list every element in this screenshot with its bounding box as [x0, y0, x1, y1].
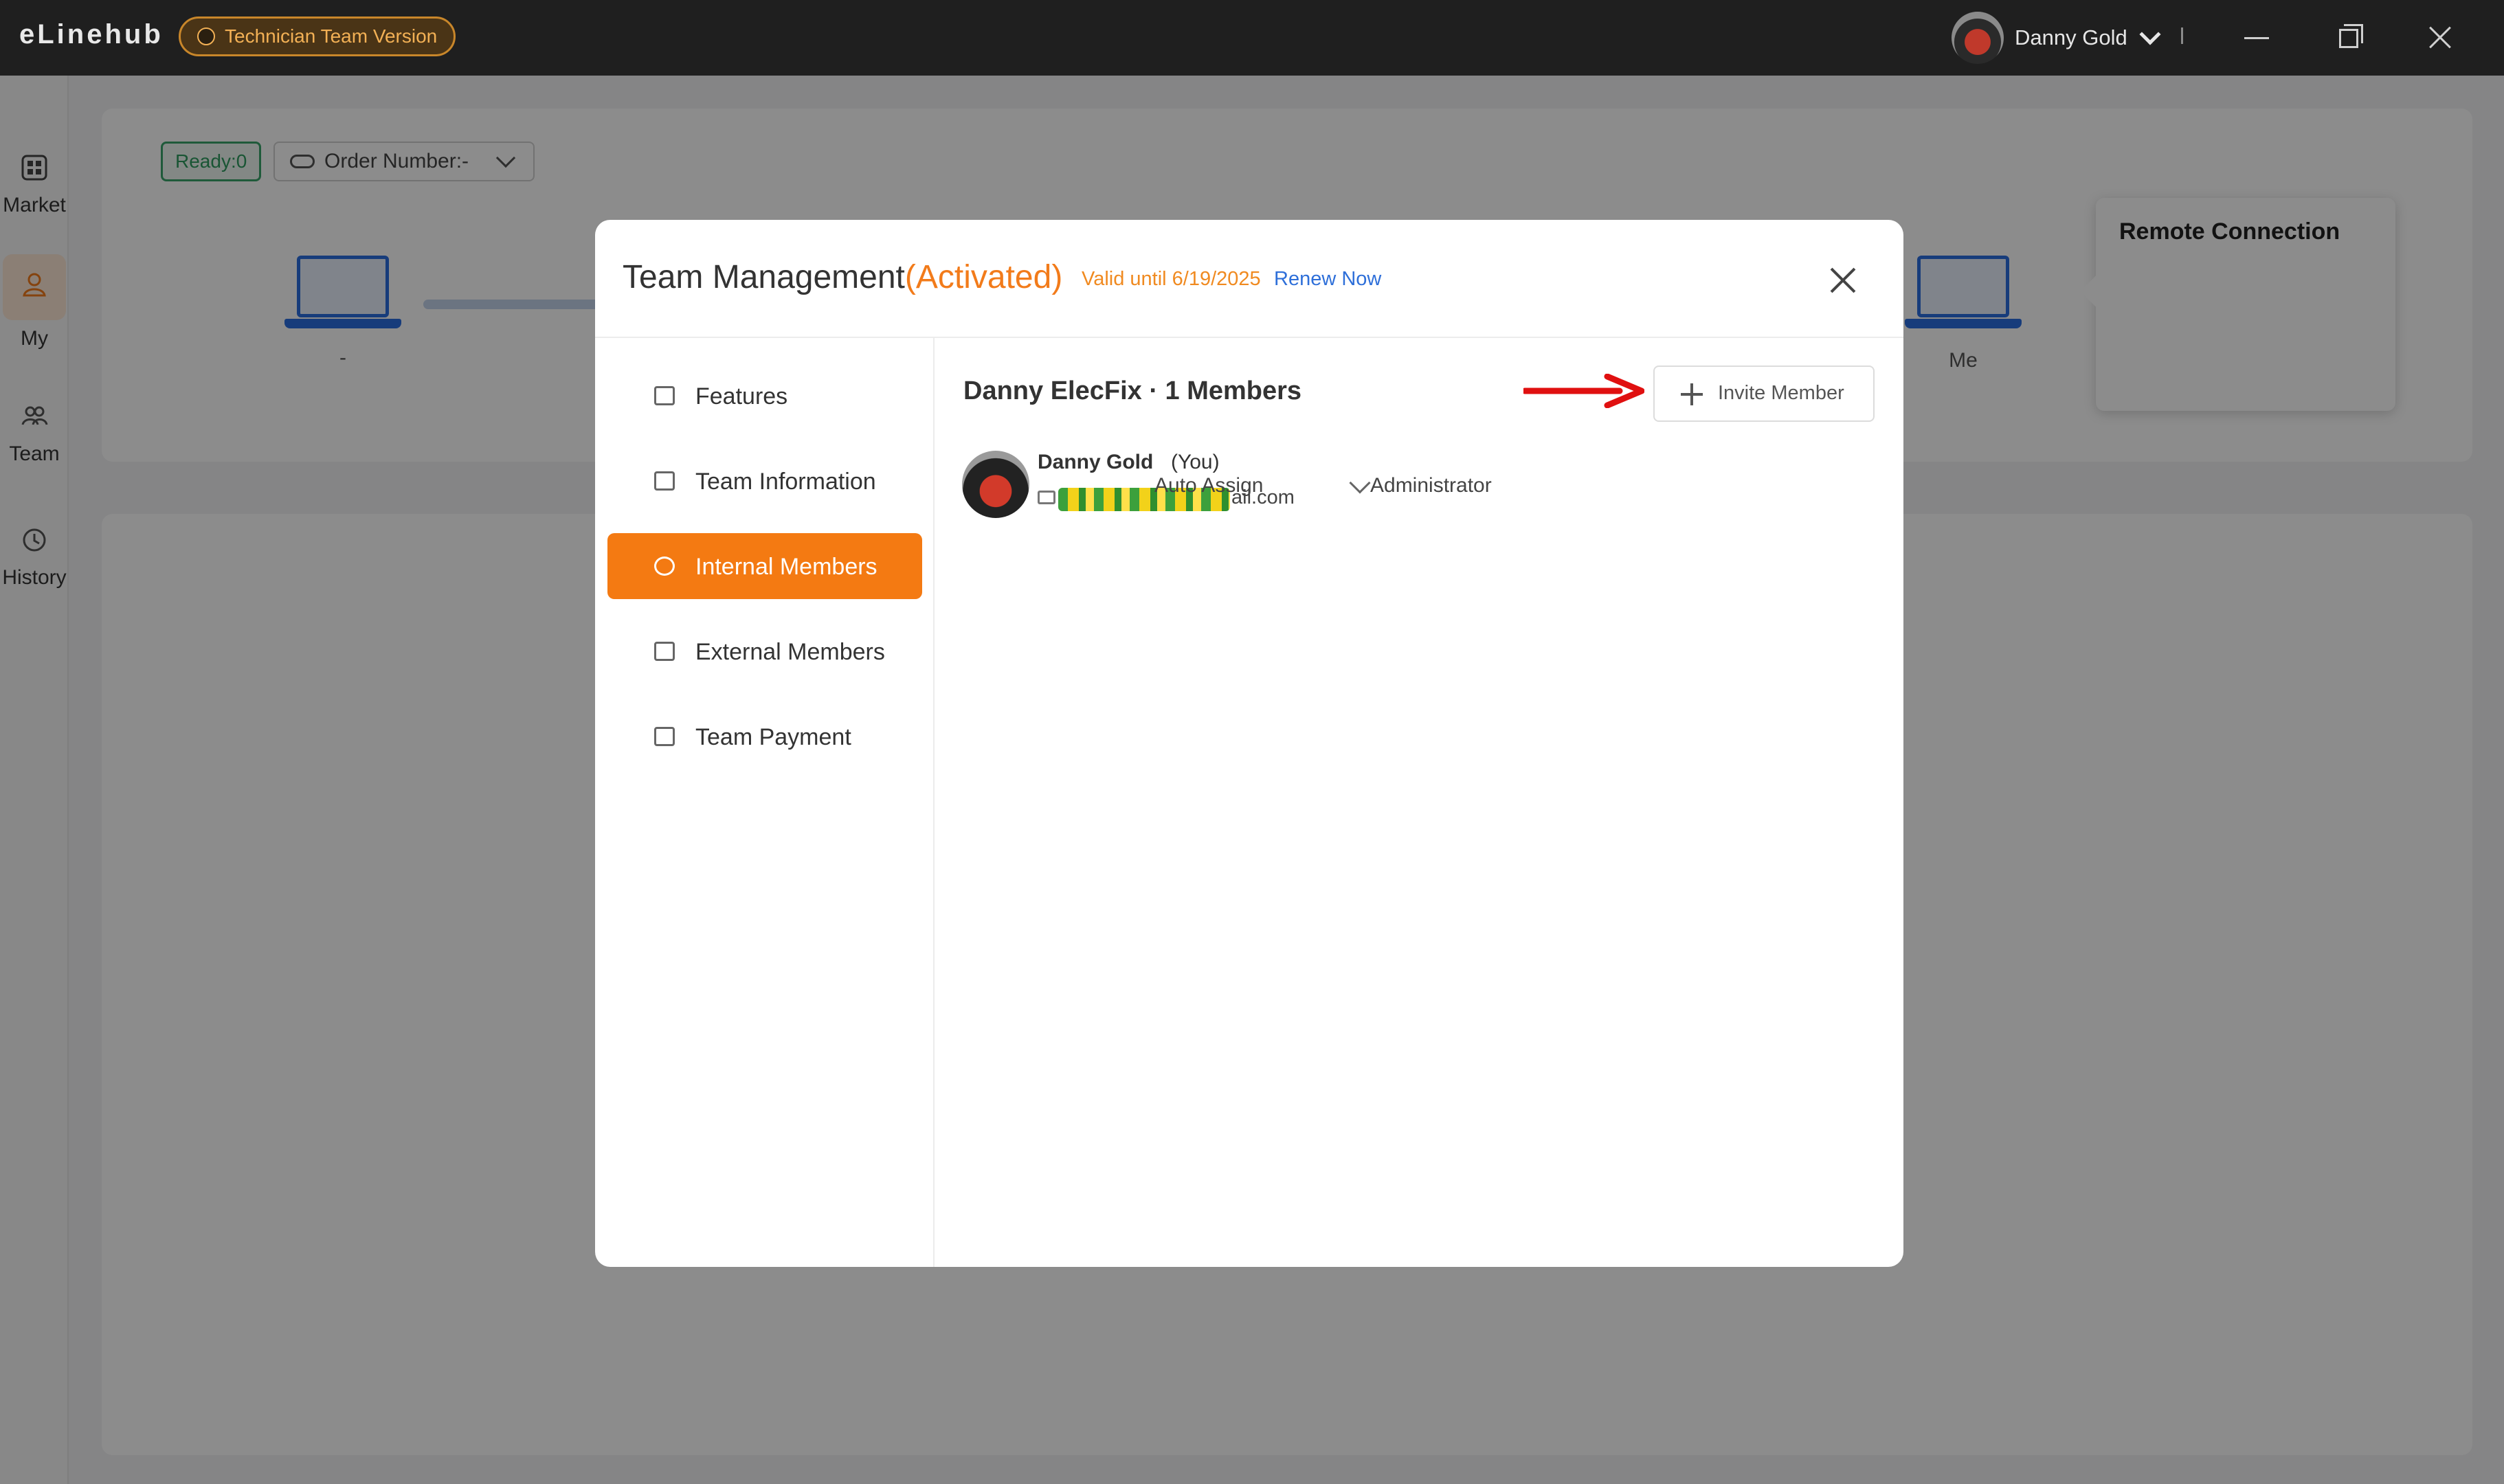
arrow-annotation-icon	[1523, 374, 1644, 408]
minimize-button[interactable]	[2233, 15, 2279, 60]
app-brand: eLinehub	[19, 19, 164, 49]
mail-icon	[1038, 491, 1055, 504]
team-member-count-heading: Danny ElecFix · 1 Members	[963, 376, 1302, 405]
id-card-icon	[654, 471, 675, 491]
valid-until-text: Valid until 6/19/2025	[1082, 268, 1261, 290]
chevron-down-icon	[2139, 23, 2161, 45]
renew-now-link[interactable]: Renew Now	[1274, 268, 1381, 291]
chevron-down-icon	[1349, 472, 1371, 494]
version-badge: Technician Team Version	[179, 16, 456, 56]
role-value: Administrator	[1370, 474, 1492, 497]
invite-member-button[interactable]: Invite Member	[1653, 366, 1875, 422]
person-circle-icon	[654, 556, 675, 576]
member-you-tag: (You)	[1171, 451, 1220, 473]
avatar	[962, 451, 1029, 518]
team-management-dialog: Team Management(Activated) Valid until 6…	[595, 220, 1903, 1267]
title-bar: eLinehub Technician Team Version Danny G…	[0, 0, 2504, 76]
sidebar-item-label: Team Payment	[695, 724, 851, 750]
user-name: Danny Gold	[2015, 25, 2127, 49]
sidebar-item-internal-members[interactable]: Internal Members	[607, 533, 922, 599]
dialog-sidebar: Features Team Information Internal Membe…	[595, 338, 935, 1267]
restore-button[interactable]	[2325, 15, 2371, 60]
member-row: Danny Gold (You) ail.com Auto Assign Adm…	[962, 448, 1883, 524]
sidebar-item-team-information[interactable]: Team Information	[607, 448, 922, 514]
assign-mode-value: Auto Assign	[1154, 474, 1264, 497]
members-panel: Danny ElecFix · 1 Members Invite Member …	[936, 338, 1903, 1267]
version-badge-label: Technician Team Version	[225, 25, 438, 47]
minimize-icon	[2244, 37, 2269, 39]
dialog-close-button[interactable]	[1826, 265, 1857, 295]
dialog-title-text: Team Management	[623, 259, 905, 295]
close-window-button[interactable]	[2417, 15, 2463, 60]
sidebar-item-features[interactable]: Features	[607, 363, 922, 429]
user-menu[interactable]: Danny Gold	[1952, 11, 2161, 65]
sidebar-item-label: Team Information	[695, 469, 876, 495]
card-icon	[654, 727, 675, 746]
dialog-title: Team Management(Activated)	[623, 258, 1062, 296]
person-cloud-icon	[654, 642, 675, 661]
dialog-header: Team Management(Activated) Valid until 6…	[595, 220, 1903, 338]
sidebar-item-label: Internal Members	[695, 554, 877, 580]
activation-status: (Activated)	[904, 259, 1063, 295]
sidebar-item-team-payment[interactable]: Team Payment	[607, 704, 922, 769]
version-icon	[197, 27, 215, 45]
sidebar-item-label: Features	[695, 383, 788, 409]
archive-icon	[654, 386, 675, 405]
avatar	[1952, 12, 2004, 64]
sidebar-item-external-members[interactable]: External Members	[607, 618, 922, 684]
titlebar-divider	[2181, 27, 2183, 44]
invite-member-label: Invite Member	[1718, 382, 1844, 404]
member-name: Danny Gold	[1038, 451, 1154, 473]
sidebar-item-label: External Members	[695, 639, 885, 665]
